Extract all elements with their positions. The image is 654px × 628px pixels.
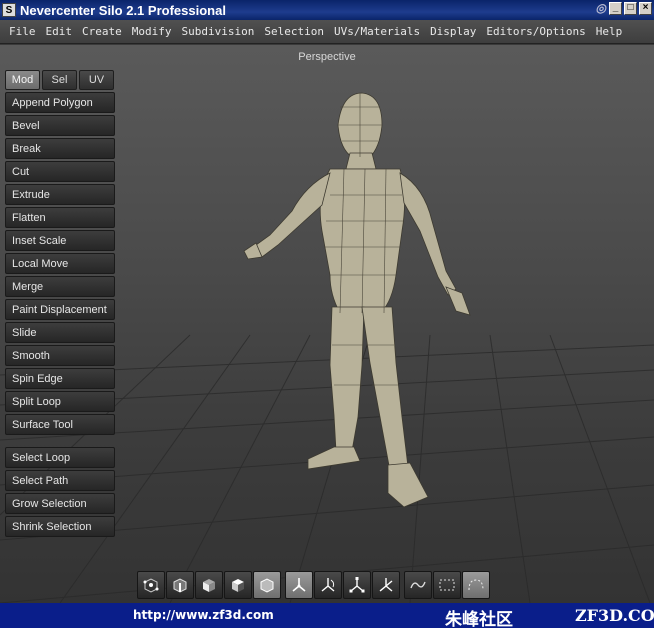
menu-help[interactable]: Help: [591, 25, 628, 38]
rect-select-button[interactable]: [433, 571, 461, 599]
smooth-button[interactable]: Smooth: [5, 345, 115, 366]
manipulator-group: [285, 571, 400, 599]
object-mode-button[interactable]: [253, 571, 281, 599]
bevel-button[interactable]: Bevel: [5, 115, 115, 136]
menu-uvs-materials[interactable]: UVs/Materials: [329, 25, 425, 38]
move-manipulator-icon: [292, 578, 306, 592]
object-face-mode-icon: [232, 579, 244, 592]
menu-file[interactable]: File: [4, 25, 41, 38]
merge-button[interactable]: Merge: [5, 276, 115, 297]
menu-display[interactable]: Display: [425, 25, 481, 38]
selection-mode-group: [137, 571, 281, 599]
split-loop-button[interactable]: Split Loop: [5, 391, 115, 412]
object-face-mode-button[interactable]: [224, 571, 252, 599]
app-icon: S: [2, 3, 16, 17]
menu-bar: File Edit Create Modify Subdivision Sele…: [0, 20, 654, 44]
local-move-button[interactable]: Local Move: [5, 253, 115, 274]
tab-uv[interactable]: UV: [79, 70, 114, 90]
cut-button[interactable]: Cut: [5, 161, 115, 182]
watermark-footer: http://www.zf3d.com 朱峰社区 ZF3D.COM: [0, 603, 654, 628]
lasso-select-button[interactable]: [404, 571, 432, 599]
face-mode-button[interactable]: [195, 571, 223, 599]
selection-tool-list: Select Loop Select Path Grow Selection S…: [5, 447, 115, 539]
rotate-manipulator-button[interactable]: [314, 571, 342, 599]
viewport-label: Perspective: [298, 51, 356, 63]
modify-tool-list: Append Polygon Bevel Break Cut Extrude F…: [5, 92, 115, 437]
universal-manipulator-button[interactable]: [372, 571, 400, 599]
break-button[interactable]: Break: [5, 138, 115, 159]
rotate-manipulator-icon: [321, 578, 335, 592]
extrude-button[interactable]: Extrude: [5, 184, 115, 205]
select-path-button[interactable]: Select Path: [5, 470, 115, 491]
tab-mod[interactable]: Mod: [5, 70, 40, 90]
close-button[interactable]: ×: [639, 2, 652, 15]
window-title: Nevercenter Silo 2.1 Professional: [20, 2, 226, 18]
vertex-mode-button[interactable]: [137, 571, 165, 599]
inset-scale-button[interactable]: Inset Scale: [5, 230, 115, 251]
menu-modify[interactable]: Modify: [127, 25, 177, 38]
footer-brand: ZF3D.COM: [575, 606, 654, 625]
footer-url: http://www.zf3d.com: [133, 608, 274, 622]
panel-tabs: Mod Sel UV: [5, 70, 114, 90]
surface-tool-button[interactable]: Surface Tool: [5, 414, 115, 435]
edge-mode-button[interactable]: [166, 571, 194, 599]
watermark-logo: ◎: [595, 1, 606, 15]
footer-cn-text: 朱峰社区: [445, 610, 513, 628]
select-style-group: [404, 571, 490, 599]
face-mode-icon: [203, 579, 215, 592]
scale-manipulator-button[interactable]: [343, 571, 371, 599]
paint-select-icon: [468, 579, 484, 591]
menu-edit[interactable]: Edit: [41, 25, 78, 38]
append-polygon-button[interactable]: Append Polygon: [5, 92, 115, 113]
paint-displacement-button[interactable]: Paint Displacement: [5, 299, 115, 320]
move-manipulator-button[interactable]: [285, 571, 313, 599]
slide-button[interactable]: Slide: [5, 322, 115, 343]
tab-sel[interactable]: Sel: [42, 70, 77, 90]
select-loop-button[interactable]: Select Loop: [5, 447, 115, 468]
shrink-selection-button[interactable]: Shrink Selection: [5, 516, 115, 537]
edge-mode-icon: [173, 578, 187, 593]
flatten-button[interactable]: Flatten: [5, 207, 115, 228]
bottom-toolbar: [137, 571, 494, 599]
title-bar: S Nevercenter Silo 2.1 Professional ◎ _ …: [0, 0, 654, 20]
universal-manipulator-icon: [379, 578, 393, 592]
paint-select-button[interactable]: [462, 571, 490, 599]
window-controls: _ □ ×: [609, 2, 652, 15]
lasso-select-icon: [410, 581, 426, 589]
minimize-button[interactable]: _: [609, 2, 622, 15]
rect-select-icon: [439, 579, 455, 591]
menu-subdivision[interactable]: Subdivision: [177, 25, 260, 38]
menu-editors-options[interactable]: Editors/Options: [481, 25, 590, 38]
vertex-mode-icon: [143, 578, 159, 593]
maximize-button[interactable]: □: [624, 2, 637, 15]
menu-create[interactable]: Create: [77, 25, 127, 38]
menu-selection[interactable]: Selection: [259, 25, 329, 38]
scale-manipulator-icon: [349, 577, 365, 593]
grow-selection-button[interactable]: Grow Selection: [5, 493, 115, 514]
human-mesh: [243, 92, 471, 508]
object-mode-icon: [260, 578, 274, 593]
spin-edge-button[interactable]: Spin Edge: [5, 368, 115, 389]
